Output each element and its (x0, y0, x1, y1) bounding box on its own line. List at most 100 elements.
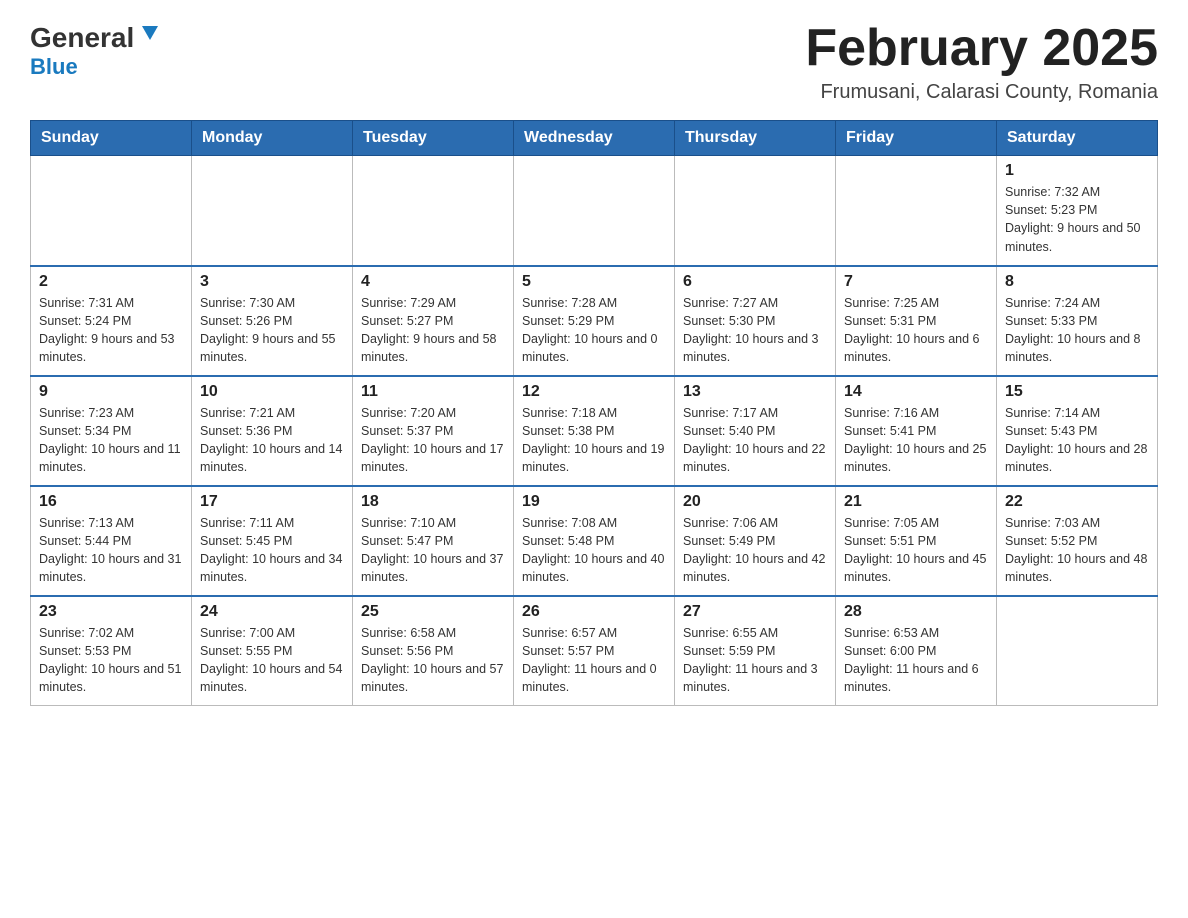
calendar-cell: 14Sunrise: 7:16 AMSunset: 5:41 PMDayligh… (836, 376, 997, 486)
calendar-cell: 9 Sunrise: 7:23 AMSunset: 5:34 PMDaylight… (31, 376, 192, 486)
calendar-week-row: 9 Sunrise: 7:23 AMSunset: 5:34 PMDaylight… (31, 376, 1158, 486)
calendar-cell (514, 156, 675, 266)
calendar-cell (836, 156, 997, 266)
day-number: 11 (361, 383, 505, 401)
day-info: Sunrise: 7:03 AMSunset: 5:52 PMDaylight:… (1005, 514, 1149, 587)
calendar-cell: 11 Sunrise: 7:20 AMSunset: 5:37 PMDayligh… (353, 376, 514, 486)
day-info: Sunrise: 7:05 AMSunset: 5:51 PMDaylight:… (844, 514, 988, 587)
day-header-thursday: Thursday (675, 121, 836, 156)
calendar-cell: 2 Sunrise: 7:31 AMSunset: 5:24 PMDaylight… (31, 266, 192, 376)
calendar-cell: 21 Sunrise: 7:05 AMSunset: 5:51 PMDayligh… (836, 486, 997, 596)
day-header-wednesday: Wednesday (514, 121, 675, 156)
day-number: 1 (1005, 162, 1149, 180)
calendar-cell: 22 Sunrise: 7:03 AMSunset: 5:52 PMDayligh… (997, 486, 1158, 596)
day-info: Sunrise: 6:57 AMSunset: 5:57 PMDaylight:… (522, 624, 666, 697)
day-info: Sunrise: 7:27 AMSunset: 5:30 PMDaylight:… (683, 294, 827, 367)
calendar-cell: 8 Sunrise: 7:24 AMSunset: 5:33 PMDaylight… (997, 266, 1158, 376)
day-number: 4 (361, 273, 505, 291)
day-info: Sunrise: 7:02 AMSunset: 5:53 PMDaylight:… (39, 624, 183, 697)
day-number: 7 (844, 273, 988, 291)
calendar-cell (353, 156, 514, 266)
calendar-header-row: SundayMondayTuesdayWednesdayThursdayFrid… (31, 121, 1158, 156)
calendar-cell: 27 Sunrise: 6:55 AMSunset: 5:59 PMDayligh… (675, 596, 836, 706)
day-number: 23 (39, 603, 183, 621)
day-number: 19 (522, 493, 666, 511)
calendar-cell: 24 Sunrise: 7:00 AMSunset: 5:55 PMDayligh… (192, 596, 353, 706)
calendar-cell: 26 Sunrise: 6:57 AMSunset: 5:57 PMDayligh… (514, 596, 675, 706)
day-info: Sunrise: 7:14 AMSunset: 5:43 PMDaylight:… (1005, 404, 1149, 477)
day-number: 27 (683, 603, 827, 621)
day-info: Sunrise: 7:06 AMSunset: 5:49 PMDaylight:… (683, 514, 827, 587)
calendar-cell: 15 Sunrise: 7:14 AMSunset: 5:43 PMDayligh… (997, 376, 1158, 486)
calendar-cell: 23 Sunrise: 7:02 AMSunset: 5:53 PMDayligh… (31, 596, 192, 706)
day-info: Sunrise: 6:53 AMSunset: 6:00 PMDaylight:… (844, 624, 988, 697)
day-number: 13 (683, 383, 827, 401)
day-info: Sunrise: 7:24 AMSunset: 5:33 PMDaylight:… (1005, 294, 1149, 367)
day-info: Sunrise: 7:28 AMSunset: 5:29 PMDaylight:… (522, 294, 666, 367)
calendar-cell: 6 Sunrise: 7:27 AMSunset: 5:30 PMDaylight… (675, 266, 836, 376)
day-number: 26 (522, 603, 666, 621)
logo-icon (136, 22, 164, 50)
day-info: Sunrise: 7:32 AMSunset: 5:23 PMDaylight:… (1005, 183, 1149, 256)
day-number: 2 (39, 273, 183, 291)
day-info: Sunrise: 7:00 AMSunset: 5:55 PMDaylight:… (200, 624, 344, 697)
calendar-cell: 20 Sunrise: 7:06 AMSunset: 5:49 PMDayligh… (675, 486, 836, 596)
calendar-week-row: 2 Sunrise: 7:31 AMSunset: 5:24 PMDaylight… (31, 266, 1158, 376)
calendar-cell: 18 Sunrise: 7:10 AMSunset: 5:47 PMDayligh… (353, 486, 514, 596)
calendar-cell (192, 156, 353, 266)
day-number: 8 (1005, 273, 1149, 291)
logo: General Blue (30, 20, 164, 80)
day-header-sunday: Sunday (31, 121, 192, 156)
day-number: 28 (844, 603, 988, 621)
day-info: Sunrise: 7:31 AMSunset: 5:24 PMDaylight:… (39, 294, 183, 367)
title-block: February 2025 Frumusani, Calarasi County… (805, 20, 1158, 104)
calendar-cell: 17Sunrise: 7:11 AMSunset: 5:45 PMDayligh… (192, 486, 353, 596)
day-number: 5 (522, 273, 666, 291)
logo-sub-text: Blue (30, 54, 78, 80)
calendar-cell: 7 Sunrise: 7:25 AMSunset: 5:31 PMDaylight… (836, 266, 997, 376)
calendar-cell: 13 Sunrise: 7:17 AMSunset: 5:40 PMDayligh… (675, 376, 836, 486)
day-number: 25 (361, 603, 505, 621)
day-header-tuesday: Tuesday (353, 121, 514, 156)
day-info: Sunrise: 7:18 AMSunset: 5:38 PMDaylight:… (522, 404, 666, 477)
day-number: 17 (200, 493, 344, 511)
day-info: Sunrise: 6:55 AMSunset: 5:59 PMDaylight:… (683, 624, 827, 697)
day-info: Sunrise: 7:13 AMSunset: 5:44 PMDaylight:… (39, 514, 183, 587)
calendar-cell: 19Sunrise: 7:08 AMSunset: 5:48 PMDayligh… (514, 486, 675, 596)
day-header-monday: Monday (192, 121, 353, 156)
day-number: 9 (39, 383, 183, 401)
calendar-week-row: 16 Sunrise: 7:13 AMSunset: 5:44 PMDayligh… (31, 486, 1158, 596)
day-info: Sunrise: 7:23 AMSunset: 5:34 PMDaylight:… (39, 404, 183, 477)
day-number: 3 (200, 273, 344, 291)
day-number: 21 (844, 493, 988, 511)
day-info: Sunrise: 7:10 AMSunset: 5:47 PMDaylight:… (361, 514, 505, 587)
calendar-cell: 12 Sunrise: 7:18 AMSunset: 5:38 PMDayligh… (514, 376, 675, 486)
day-number: 15 (1005, 383, 1149, 401)
page-header: General Blue February 2025 Frumusani, Ca… (30, 20, 1158, 104)
day-info: Sunrise: 7:25 AMSunset: 5:31 PMDaylight:… (844, 294, 988, 367)
day-number: 18 (361, 493, 505, 511)
day-info: Sunrise: 7:30 AMSunset: 5:26 PMDaylight:… (200, 294, 344, 367)
calendar-week-row: 23 Sunrise: 7:02 AMSunset: 5:53 PMDayligh… (31, 596, 1158, 706)
day-number: 10 (200, 383, 344, 401)
day-number: 20 (683, 493, 827, 511)
day-info: Sunrise: 6:58 AMSunset: 5:56 PMDaylight:… (361, 624, 505, 697)
calendar-cell: 4 Sunrise: 7:29 AMSunset: 5:27 PMDaylight… (353, 266, 514, 376)
day-header-friday: Friday (836, 121, 997, 156)
day-number: 14 (844, 383, 988, 401)
day-info: Sunrise: 7:20 AMSunset: 5:37 PMDaylight:… (361, 404, 505, 477)
day-number: 22 (1005, 493, 1149, 511)
day-number: 6 (683, 273, 827, 291)
calendar-cell: 5 Sunrise: 7:28 AMSunset: 5:29 PMDaylight… (514, 266, 675, 376)
day-info: Sunrise: 7:17 AMSunset: 5:40 PMDaylight:… (683, 404, 827, 477)
calendar-cell: 1 Sunrise: 7:32 AMSunset: 5:23 PMDaylight… (997, 156, 1158, 266)
day-number: 12 (522, 383, 666, 401)
calendar-table: SundayMondayTuesdayWednesdayThursdayFrid… (30, 120, 1158, 706)
calendar-cell: 10 Sunrise: 7:21 AMSunset: 5:36 PMDayligh… (192, 376, 353, 486)
day-info: Sunrise: 7:29 AMSunset: 5:27 PMDaylight:… (361, 294, 505, 367)
day-number: 24 (200, 603, 344, 621)
day-number: 16 (39, 493, 183, 511)
day-header-saturday: Saturday (997, 121, 1158, 156)
day-info: Sunrise: 7:21 AMSunset: 5:36 PMDaylight:… (200, 404, 344, 477)
month-title: February 2025 (805, 20, 1158, 77)
